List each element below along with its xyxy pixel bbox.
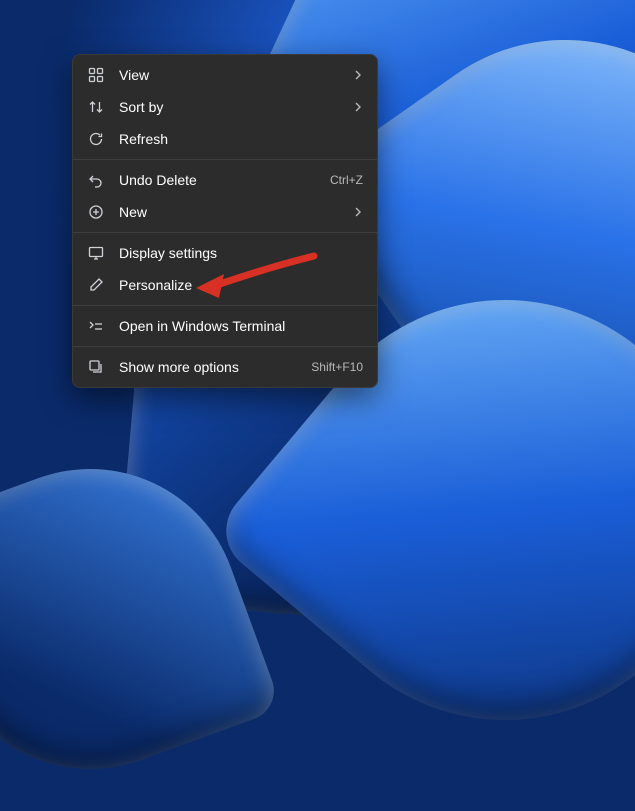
view-icon xyxy=(87,66,105,84)
chevron-right-icon xyxy=(353,207,363,217)
menu-separator xyxy=(73,346,377,347)
personalize-icon xyxy=(87,276,105,294)
menu-item-view[interactable]: View xyxy=(73,59,377,91)
menu-shortcut: Shift+F10 xyxy=(311,360,363,374)
more-options-icon xyxy=(87,358,105,376)
menu-label: Personalize xyxy=(119,277,363,293)
display-icon xyxy=(87,244,105,262)
chevron-right-icon xyxy=(353,102,363,112)
menu-item-show-more-options[interactable]: Show more options Shift+F10 xyxy=(73,351,377,383)
menu-label: View xyxy=(119,67,343,83)
menu-item-sort-by[interactable]: Sort by xyxy=(73,91,377,123)
refresh-icon xyxy=(87,130,105,148)
chevron-right-icon xyxy=(353,70,363,80)
sort-icon xyxy=(87,98,105,116)
desktop-context-menu: View Sort by Refresh xyxy=(72,54,378,388)
terminal-icon xyxy=(87,317,105,335)
menu-label: New xyxy=(119,204,343,220)
menu-item-personalize[interactable]: Personalize xyxy=(73,269,377,301)
menu-item-new[interactable]: New xyxy=(73,196,377,228)
menu-item-undo-delete[interactable]: Undo Delete Ctrl+Z xyxy=(73,164,377,196)
menu-label: Show more options xyxy=(119,359,301,375)
menu-separator xyxy=(73,232,377,233)
menu-label: Display settings xyxy=(119,245,363,261)
menu-label: Open in Windows Terminal xyxy=(119,318,363,334)
new-icon xyxy=(87,203,105,221)
undo-icon xyxy=(87,171,105,189)
menu-label: Sort by xyxy=(119,99,343,115)
menu-item-refresh[interactable]: Refresh xyxy=(73,123,377,155)
menu-item-open-terminal[interactable]: Open in Windows Terminal xyxy=(73,310,377,342)
menu-separator xyxy=(73,159,377,160)
menu-item-display-settings[interactable]: Display settings xyxy=(73,237,377,269)
menu-label: Undo Delete xyxy=(119,172,320,188)
menu-label: Refresh xyxy=(119,131,363,147)
menu-separator xyxy=(73,305,377,306)
menu-shortcut: Ctrl+Z xyxy=(330,173,363,187)
